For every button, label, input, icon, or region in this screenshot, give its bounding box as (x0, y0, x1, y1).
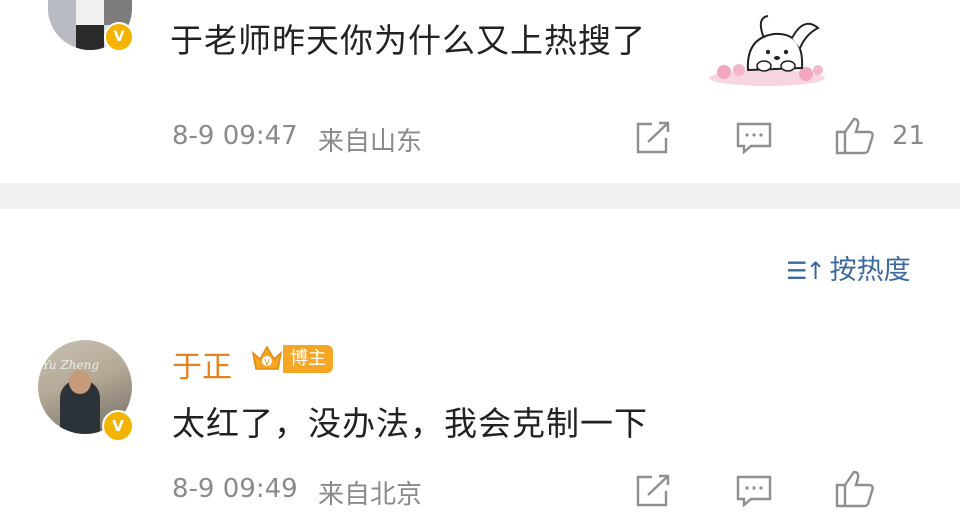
username[interactable]: 于正 (172, 342, 232, 386)
comment-text: 太红了，没办法，我会克制一下 (172, 404, 648, 443)
avatar-mosaic (48, 0, 76, 50)
author-badge: 博主 (283, 345, 333, 373)
verified-badge: V (104, 22, 134, 52)
comment-icon[interactable] (735, 474, 773, 508)
avatar-mosaic (76, 25, 104, 50)
like-icon[interactable] (834, 116, 876, 156)
sort-toggle[interactable]: ☰↑ 按热度 (786, 248, 911, 287)
dog-sticker-icon (709, 15, 825, 86)
svg-text:V: V (264, 358, 270, 367)
comment-icon[interactable] (735, 121, 773, 155)
comment-location: 来自北京 (318, 480, 423, 510)
comment-location: 来自山东 (318, 127, 423, 157)
like-count: 21 (892, 121, 926, 151)
avatar-background-text: Yu Zheng (42, 358, 99, 372)
verified-badge: V (102, 410, 134, 442)
crown-icon: V (251, 345, 283, 370)
comment-time: 8-9 09:49 (172, 474, 298, 504)
sort-icon: ☰↑ (786, 257, 826, 285)
section-divider (0, 183, 960, 209)
comment-text: 于老师昨天你为什么又上热搜了 (170, 21, 646, 60)
share-icon[interactable] (634, 473, 672, 509)
like-icon[interactable] (834, 469, 876, 509)
sort-label: 按热度 (829, 255, 911, 286)
avatar-person-head (69, 370, 91, 394)
share-icon[interactable] (634, 120, 672, 156)
avatar-mosaic (76, 0, 104, 25)
comment-time: 8-9 09:47 (172, 121, 298, 151)
